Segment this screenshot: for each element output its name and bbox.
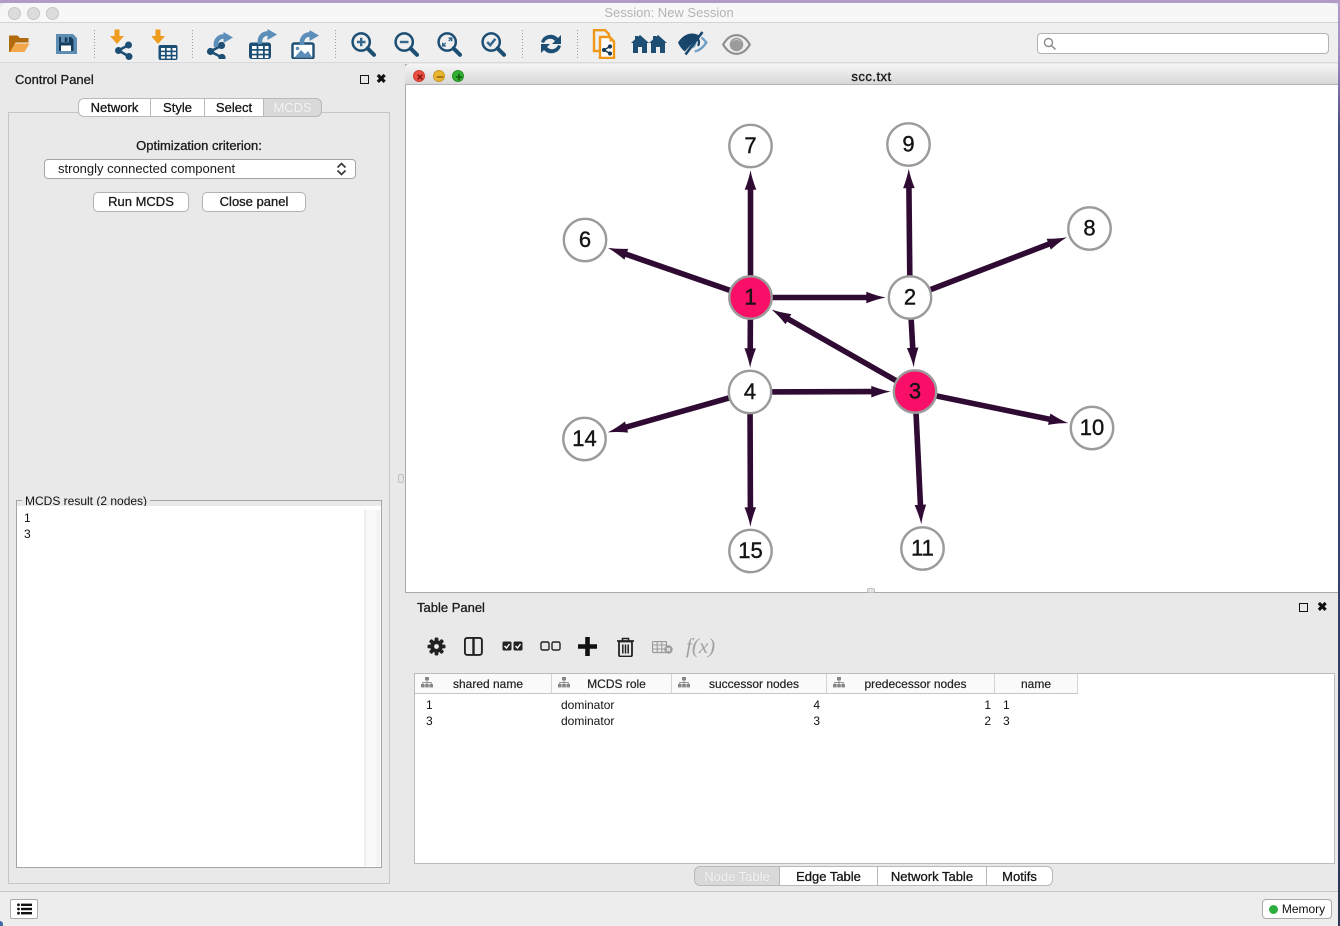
svg-text:14: 14	[572, 426, 596, 451]
svg-text:9: 9	[902, 132, 914, 157]
svg-text:15: 15	[738, 538, 762, 563]
svg-text:8: 8	[1083, 216, 1095, 241]
svg-text:7: 7	[744, 133, 756, 158]
svg-text:3: 3	[909, 379, 921, 404]
svg-text:1: 1	[744, 285, 756, 310]
svg-text:6: 6	[579, 227, 591, 252]
svg-text:4: 4	[744, 379, 756, 404]
svg-text:11: 11	[911, 536, 934, 561]
svg-text:2: 2	[904, 285, 916, 310]
svg-text:10: 10	[1080, 415, 1104, 440]
